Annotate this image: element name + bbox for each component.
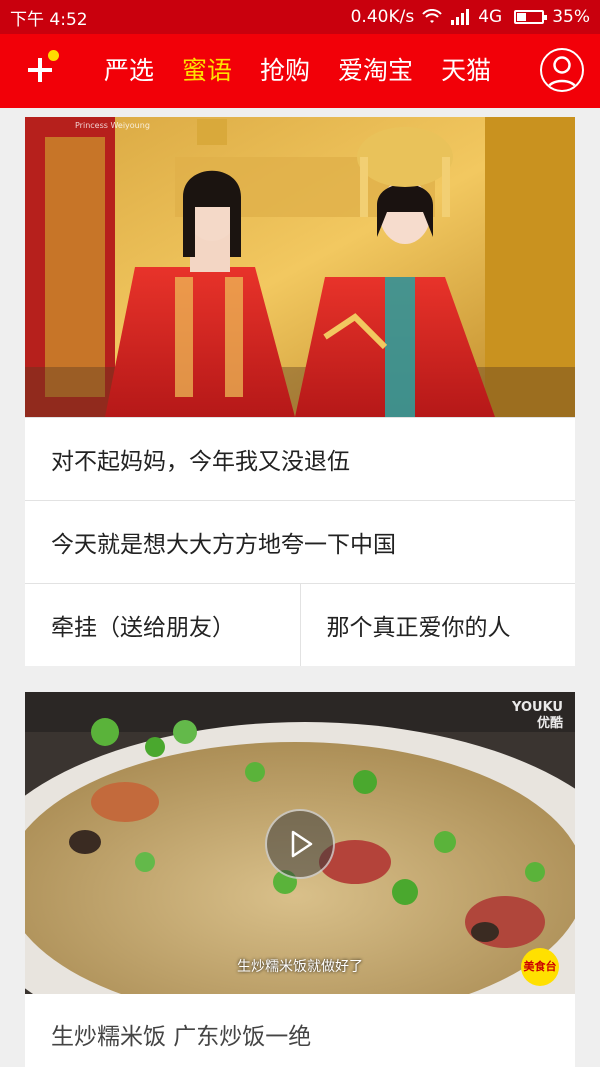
tab-qianggou[interactable]: 抢购	[246, 34, 324, 108]
top-nav: 严选 蜜语 抢购 爱淘宝 天猫	[0, 34, 600, 108]
user-avatar-button[interactable]	[540, 48, 584, 92]
network-speed: 0.40K/s	[350, 7, 415, 27]
youku-logo: YOUKU 优酷	[512, 700, 563, 731]
user-icon	[545, 56, 579, 90]
video-subtitle: 生炒糯米饭就做好了	[237, 959, 363, 975]
wedding-drama-image[interactable]: Princess Weiyoung	[25, 117, 575, 417]
notification-dot	[48, 50, 59, 61]
image-watermark: Princess Weiyoung	[75, 121, 150, 130]
nav-tabs: 严选 蜜语 抢购 爱淘宝 天猫	[90, 34, 505, 108]
video-caption-row[interactable]: 生炒糯米饭 广东炒饭一绝	[25, 994, 575, 1067]
tab-miyu[interactable]: 蜜语	[168, 34, 246, 108]
tab-tianmao[interactable]: 天猫	[427, 34, 505, 108]
article-title: 今天就是想大大方方地夸一下中国	[51, 532, 396, 558]
battery-icon	[514, 10, 548, 24]
article-title: 对不起妈妈，今年我又没退伍	[51, 449, 350, 475]
battery-level: 35%	[552, 7, 590, 27]
video-title: 生炒糯米饭 广东炒饭一绝	[51, 1024, 312, 1050]
plus-icon	[28, 58, 52, 82]
signal-icon	[451, 9, 470, 25]
channel-badge: 美食台	[521, 948, 559, 986]
network-type: 4G	[478, 7, 503, 27]
article-row[interactable]: 对不起妈妈，今年我又没退伍	[25, 417, 575, 500]
article-card: Princess Weiyoung 对不起妈妈，今年我又没退伍 今天就是想大大方…	[25, 117, 575, 666]
tab-yanxuan[interactable]: 严选	[90, 34, 168, 108]
status-bar: 下午 4:52 0.40K/s 4G 35%	[0, 0, 600, 34]
article-cell[interactable]: 那个真正爱你的人	[299, 584, 576, 666]
status-time: 下午 4:52	[10, 9, 88, 30]
play-icon	[291, 830, 313, 858]
article-row-split: 牵挂（送给朋友） 那个真正爱你的人	[25, 583, 575, 666]
status-indicators: 0.40K/s 4G 35%	[351, 7, 590, 27]
play-button[interactable]	[265, 809, 335, 879]
article-title: 那个真正爱你的人	[326, 615, 511, 641]
article-row[interactable]: 今天就是想大大方方地夸一下中国	[25, 500, 575, 583]
video-card: YOUKU 优酷 生炒糯米饭就做好了 美食台 生炒糯米饭 广东炒饭一绝	[25, 692, 575, 1067]
article-title: 牵挂（送给朋友）	[51, 615, 235, 641]
wedding-scene-illustration	[25, 117, 575, 417]
video-thumbnail[interactable]: YOUKU 优酷 生炒糯米饭就做好了 美食台	[25, 692, 575, 994]
article-cell[interactable]: 牵挂（送给朋友）	[25, 584, 300, 666]
tab-aitaobao[interactable]: 爱淘宝	[324, 34, 427, 108]
wifi-icon	[422, 9, 442, 23]
